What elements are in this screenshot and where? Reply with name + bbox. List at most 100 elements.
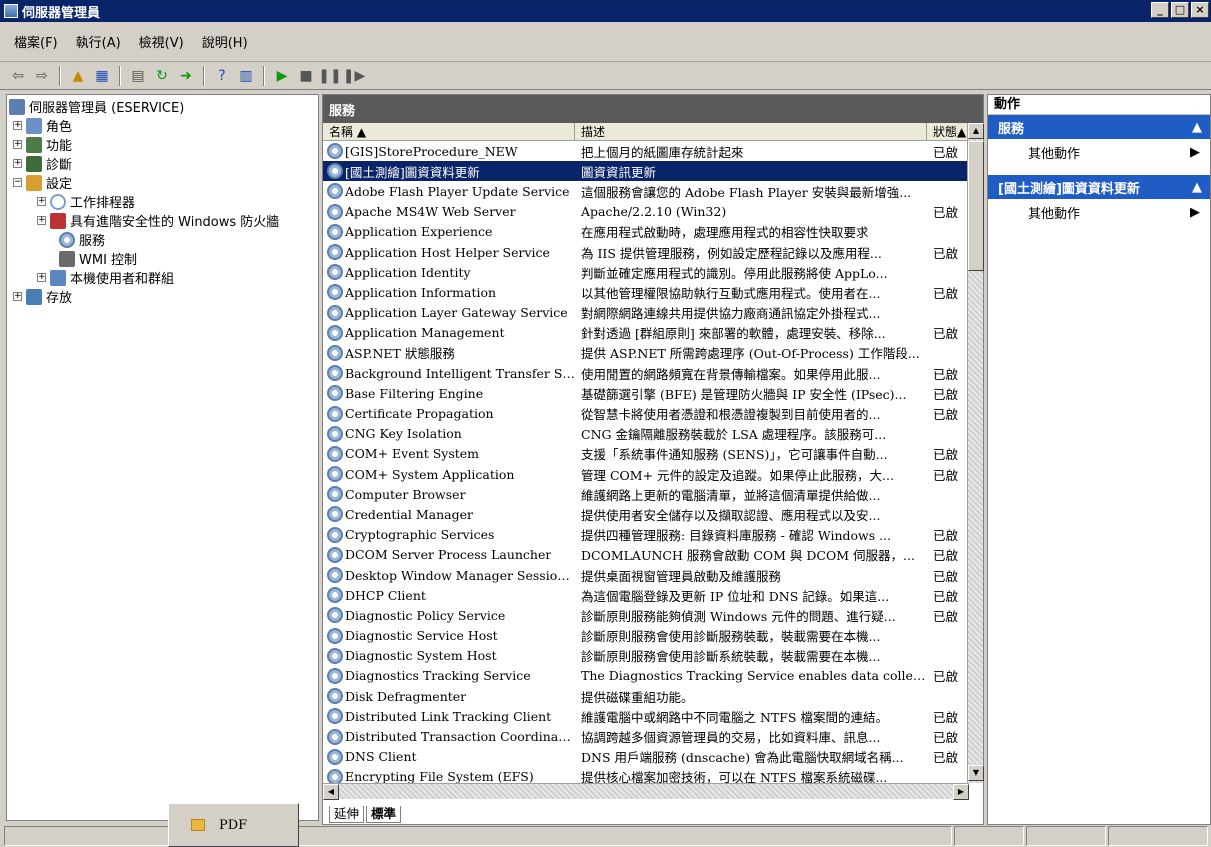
service-row[interactable]: Application Information 以其他管理權限協助執行互動式應用程…	[323, 282, 969, 302]
tab-standard[interactable]: 標準	[366, 806, 402, 823]
service-row[interactable]: Base Filtering Engine 基礎篩選引擎 (BFE) 是管理防火牆…	[323, 383, 969, 403]
column-header-description[interactable]: 描述	[575, 123, 927, 141]
tree-node-features[interactable]: + 功能	[7, 135, 318, 154]
start-service-icon[interactable]: ▶	[272, 66, 292, 86]
restart-service-icon[interactable]: ❚▶	[343, 66, 366, 86]
taskbar-pdf-button[interactable]: PDF	[168, 803, 299, 847]
service-row[interactable]: COM+ Event System 支援「系統事件通知服務 (SENS)」，它可讓…	[323, 444, 969, 464]
service-row[interactable]: Credential Manager 提供使用者安全儲存以及擷取認證、應用程式以及…	[323, 504, 969, 524]
service-row[interactable]: Application Experience 在應用程式啟動時，處理應用程式的相容…	[323, 222, 969, 242]
service-status: 已啟	[933, 144, 959, 160]
service-row[interactable]: Diagnostic Service Host 診斷原則服務會使用診斷服務裝載，裝…	[323, 626, 969, 646]
tree-node-wmi-control[interactable]: WMI 控制	[7, 249, 318, 268]
expand-icon[interactable]: +	[13, 140, 22, 149]
service-row[interactable]: [GIS]StoreProcedure_NEW 把上個月的紙圖庫存統計起來 已啟	[323, 141, 969, 161]
scroll-thumb[interactable]	[968, 141, 984, 271]
pause-service-icon[interactable]: ❚❚	[318, 66, 341, 86]
expand-icon[interactable]: +	[37, 216, 46, 225]
service-row[interactable]: Desktop Window Manager Session M... 提供桌面視…	[323, 565, 969, 585]
service-row[interactable]: Distributed Link Tracking Client 維護電腦中或網路…	[323, 706, 969, 726]
service-row[interactable]: Application Host Helper Service 為 IIS 提供管…	[323, 242, 969, 262]
service-row[interactable]: Background Intelligent Transfer Service 使…	[323, 363, 969, 383]
service-status: 已啟	[933, 407, 959, 423]
menu-action[interactable]: 執行(A)	[76, 32, 121, 51]
service-row[interactable]: Cryptographic Services 提供四種管理服務: 目錄資料庫服務 …	[323, 525, 969, 545]
service-description: 維護電腦中或網路中不同電腦之 NTFS 檔案間的連結。	[581, 709, 888, 725]
service-row[interactable]: DCOM Server Process Launcher DCOMLAUNCH 服…	[323, 545, 969, 565]
forward-arrow-icon[interactable]: ⇨	[32, 66, 52, 86]
export-list-icon[interactable]: ➜	[176, 66, 196, 86]
properties-icon[interactable]: ▤	[128, 66, 148, 86]
service-row[interactable]: [國土測繪]圖資資料更新 圖資資訊更新	[323, 161, 969, 182]
service-row[interactable]: ASP.NET 狀態服務 提供 ASP.NET 所需跨處理序 (Out-Of-Pr…	[323, 343, 969, 363]
menu-file[interactable]: 檔案(F)	[14, 32, 58, 51]
service-row[interactable]: Application Management 針對透過 [群組原則] 來部署的軟體…	[323, 323, 969, 343]
collapse-icon[interactable]: −	[13, 178, 22, 187]
tree-node-local-users[interactable]: + 本機使用者和群組	[7, 268, 318, 287]
tree-node-firewall[interactable]: + 具有進階安全性的 Windows 防火牆	[7, 211, 318, 230]
service-row[interactable]: Computer Browser 維護網路上更新的電腦清單，並將這個清單提供給做.…	[323, 484, 969, 504]
service-row[interactable]: Adobe Flash Player Update Service 這個服務會讓您…	[323, 181, 969, 201]
service-row[interactable]: Distributed Transaction Coordinator 協調跨越多…	[323, 726, 969, 746]
tree-node-services[interactable]: 服務	[7, 230, 318, 249]
maximize-button[interactable]: □	[1171, 2, 1189, 18]
service-gear-icon	[327, 324, 343, 341]
service-row[interactable]: DHCP Client 為這個電腦登錄及更新 IP 位址和 DNS 記錄。如果這.…	[323, 585, 969, 605]
service-gear-icon	[327, 667, 343, 684]
scroll-right-button[interactable]: ▶	[953, 784, 969, 800]
more-actions-item[interactable]: 其他動作 ▶	[988, 139, 1210, 165]
collapse-arrow-icon[interactable]: ▲	[1192, 180, 1202, 195]
close-button[interactable]: ×	[1191, 2, 1209, 18]
expand-icon[interactable]: +	[37, 273, 46, 282]
menu-view[interactable]: 檢視(V)	[139, 32, 184, 51]
up-folder-icon[interactable]: ▲	[68, 66, 88, 86]
tree-node-configuration[interactable]: − 設定	[7, 173, 318, 192]
tree-node-storage[interactable]: + 存放	[7, 287, 318, 306]
service-description: 提供使用者安全儲存以及擷取認證、應用程式以及安...	[581, 507, 881, 523]
tree-label: 本機使用者和群組	[70, 272, 175, 287]
stop-service-icon[interactable]: ■	[296, 66, 316, 86]
expand-icon[interactable]: +	[13, 159, 22, 168]
tab-extended[interactable]: 延伸	[329, 806, 365, 823]
horizontal-scrollbar[interactable]: ◀ ▶	[323, 783, 969, 800]
help-icon[interactable]: ?	[212, 66, 232, 86]
scroll-left-button[interactable]: ◀	[323, 784, 339, 800]
show-hide-tree-icon[interactable]: ▦	[92, 66, 112, 86]
tree-node-task-scheduler[interactable]: + 工作排程器	[7, 192, 318, 211]
service-description: 在應用程式啟動時，處理應用程式的相容性快取要求	[581, 225, 869, 241]
service-description: 提供四種管理服務: 目錄資料庫服務 - 確認 Windows ...	[581, 528, 892, 544]
service-row[interactable]: Diagnostics Tracking Service The Diagnost…	[323, 666, 969, 686]
service-row[interactable]: COM+ System Application 管理 COM+ 元件的設定及追蹤。…	[323, 464, 969, 484]
tree-node-diagnostics[interactable]: + 診斷	[7, 154, 318, 173]
service-row[interactable]: CNG Key Isolation CNG 金鑰隔離服務裝載於 LSA 處理程序。…	[323, 424, 969, 444]
vertical-scrollbar[interactable]: ▲ ▼	[967, 123, 984, 783]
scroll-up-button[interactable]: ▲	[968, 123, 984, 139]
actions-section-services[interactable]: 服務 ▲	[988, 115, 1210, 139]
expand-icon[interactable]: +	[13, 121, 22, 130]
service-row[interactable]: Disk Defragmenter 提供磁碟重組功能。	[323, 686, 969, 706]
column-header-name[interactable]: 名稱 ▲	[323, 123, 575, 141]
service-row[interactable]: Application Layer Gateway Service 對網際網路連線…	[323, 303, 969, 323]
expand-icon[interactable]: +	[37, 197, 46, 206]
service-status: 已啟	[933, 750, 959, 766]
scroll-down-button[interactable]: ▼	[968, 765, 984, 781]
service-row[interactable]: DNS Client DNS 用戶端服務 (dnscache) 會為此電腦快取網域…	[323, 747, 969, 767]
show-action-pane-icon[interactable]: ▥	[236, 66, 256, 86]
minimize-button[interactable]: _	[1151, 2, 1169, 18]
column-header-status[interactable]: 狀態▲	[927, 123, 969, 141]
menu-help[interactable]: 說明(H)	[202, 32, 248, 51]
service-row[interactable]: Apache MS4W Web Server Apache/2.2.10 (Win…	[323, 202, 969, 222]
service-row[interactable]: Certificate Propagation 從智慧卡將使用者憑證和根憑證複製到…	[323, 403, 969, 423]
tree-node-server-manager[interactable]: 伺服器管理員 (ESERVICE)	[7, 97, 318, 116]
collapse-arrow-icon[interactable]: ▲	[1192, 120, 1202, 135]
back-arrow-icon[interactable]: ⇦	[8, 66, 28, 86]
actions-section-selected-service[interactable]: [國土測繪]圖資資料更新 ▲	[988, 175, 1210, 199]
more-actions-item[interactable]: 其他動作 ▶	[988, 199, 1210, 225]
folder-icon	[191, 819, 205, 831]
refresh-icon[interactable]: ↻	[152, 66, 172, 86]
service-row[interactable]: Application Identity 判斷並確定應用程式的識別。停用此服務將使…	[323, 262, 969, 282]
tree-node-roles[interactable]: + 角色	[7, 116, 318, 135]
expand-icon[interactable]: +	[13, 292, 22, 301]
service-row[interactable]: Diagnostic System Host 診斷原則服務會使用診斷系統裝載，裝載…	[323, 646, 969, 666]
service-row[interactable]: Diagnostic Policy Service 診斷原則服務能夠偵測 Wind…	[323, 605, 969, 625]
